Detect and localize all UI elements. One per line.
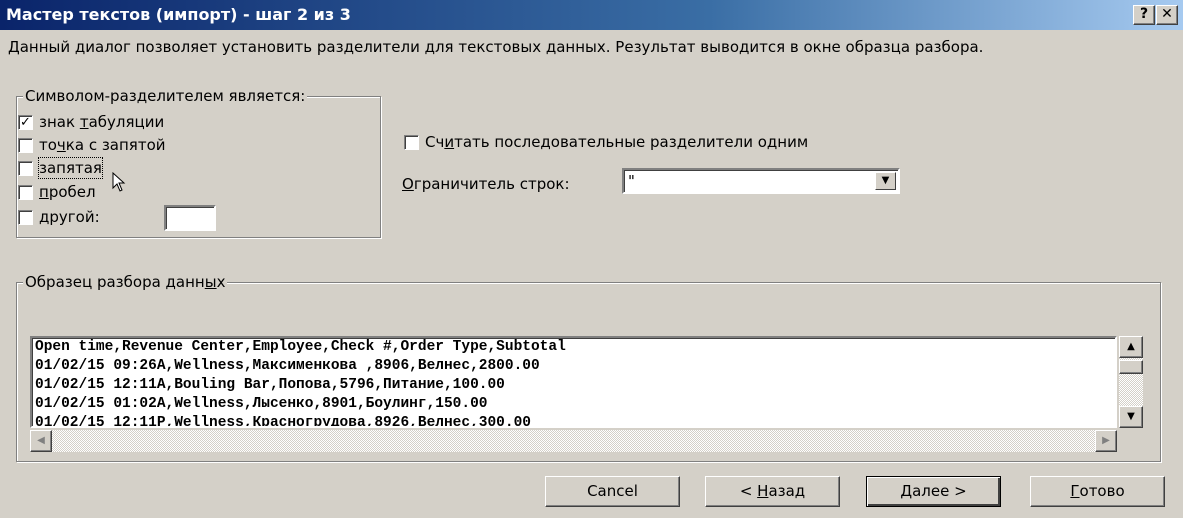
scroll-thumb[interactable] xyxy=(1119,360,1143,374)
title-bar: Мастер текстов (импорт) - шаг 2 из 3 ? ✕ xyxy=(0,0,1183,30)
delimiters-legend: Символом-разделителем является: xyxy=(23,87,308,105)
close-button[interactable]: ✕ xyxy=(1156,5,1178,25)
scroll-right-icon[interactable]: ▶ xyxy=(1095,430,1117,452)
vertical-scrollbar[interactable]: ▲ ▼ xyxy=(1119,336,1143,428)
comma-checkbox[interactable] xyxy=(18,160,33,176)
preview-row: 01/02/15 12:11P,Wellness,Красногрудова,8… xyxy=(35,415,531,428)
checkmark-icon: ✓ xyxy=(20,114,31,130)
scroll-left-icon[interactable]: ◀ xyxy=(30,430,52,452)
preview-row: 01/02/15 01:02A,Wellness,Лысенко,8901,Бо… xyxy=(35,396,488,412)
scroll-down-icon[interactable]: ▼ xyxy=(1119,406,1143,428)
qualifier-label: Ограничитель строк: xyxy=(402,175,570,193)
finish-button[interactable]: Готово xyxy=(1030,476,1165,507)
cancel-button[interactable]: Cancel xyxy=(545,476,680,507)
preview-row: 01/02/15 12:11A,Bouling Bar,Попова,5796,… xyxy=(35,377,505,393)
back-button[interactable]: < Назад xyxy=(705,476,840,507)
preview-area[interactable]: Open time,Revenue Center,Employee,Check … xyxy=(30,336,1117,428)
consecutive-checkbox[interactable] xyxy=(404,134,419,150)
other-checkbox[interactable] xyxy=(18,209,33,225)
tab-label: знак табуляции xyxy=(39,113,165,131)
consecutive-delimiters-option[interactable]: Считать последовательные разделители одн… xyxy=(404,132,808,152)
semicolon-checkbox[interactable] xyxy=(18,137,33,153)
arrow-cursor-icon xyxy=(112,172,126,192)
chevron-down-icon[interactable]: ▼ xyxy=(875,172,896,190)
dialog-description: Данный диалог позволяет установить разде… xyxy=(8,38,984,56)
window-title: Мастер текстов (импорт) - шаг 2 из 3 xyxy=(6,5,351,24)
consecutive-label: Считать последовательные разделители одн… xyxy=(425,133,809,151)
preview-legend: Образец разбора данных xyxy=(23,273,228,291)
other-label: другой: xyxy=(39,208,100,226)
semicolon-delimiter-option[interactable]: точка с запятой xyxy=(18,135,166,155)
help-button[interactable]: ? xyxy=(1133,5,1155,25)
qualifier-select[interactable]: " ▼ xyxy=(622,168,900,194)
qualifier-value: " xyxy=(628,172,635,190)
comma-label: запятая xyxy=(38,157,103,179)
space-checkbox[interactable] xyxy=(18,184,33,200)
comma-delimiter-option[interactable]: запятая xyxy=(18,157,103,179)
horizontal-scrollbar[interactable]: ◀ ▶ xyxy=(30,430,1117,452)
next-button[interactable]: Далее > xyxy=(866,476,1001,507)
semicolon-label: точка с запятой xyxy=(39,136,166,154)
other-delimiter-option[interactable]: другой: xyxy=(18,207,100,227)
preview-row: Open time,Revenue Center,Employee,Check … xyxy=(35,339,566,355)
other-delimiter-input[interactable] xyxy=(164,205,216,231)
preview-row: 01/02/15 09:26A,Wellness,Максименкова ,8… xyxy=(35,358,540,374)
tab-delimiter-option[interactable]: ✓ знак табуляции xyxy=(18,112,164,132)
space-label: пробел xyxy=(39,183,96,201)
tab-checkbox[interactable]: ✓ xyxy=(18,114,33,130)
space-delimiter-option[interactable]: пробел xyxy=(18,182,96,202)
scroll-up-icon[interactable]: ▲ xyxy=(1119,336,1143,358)
